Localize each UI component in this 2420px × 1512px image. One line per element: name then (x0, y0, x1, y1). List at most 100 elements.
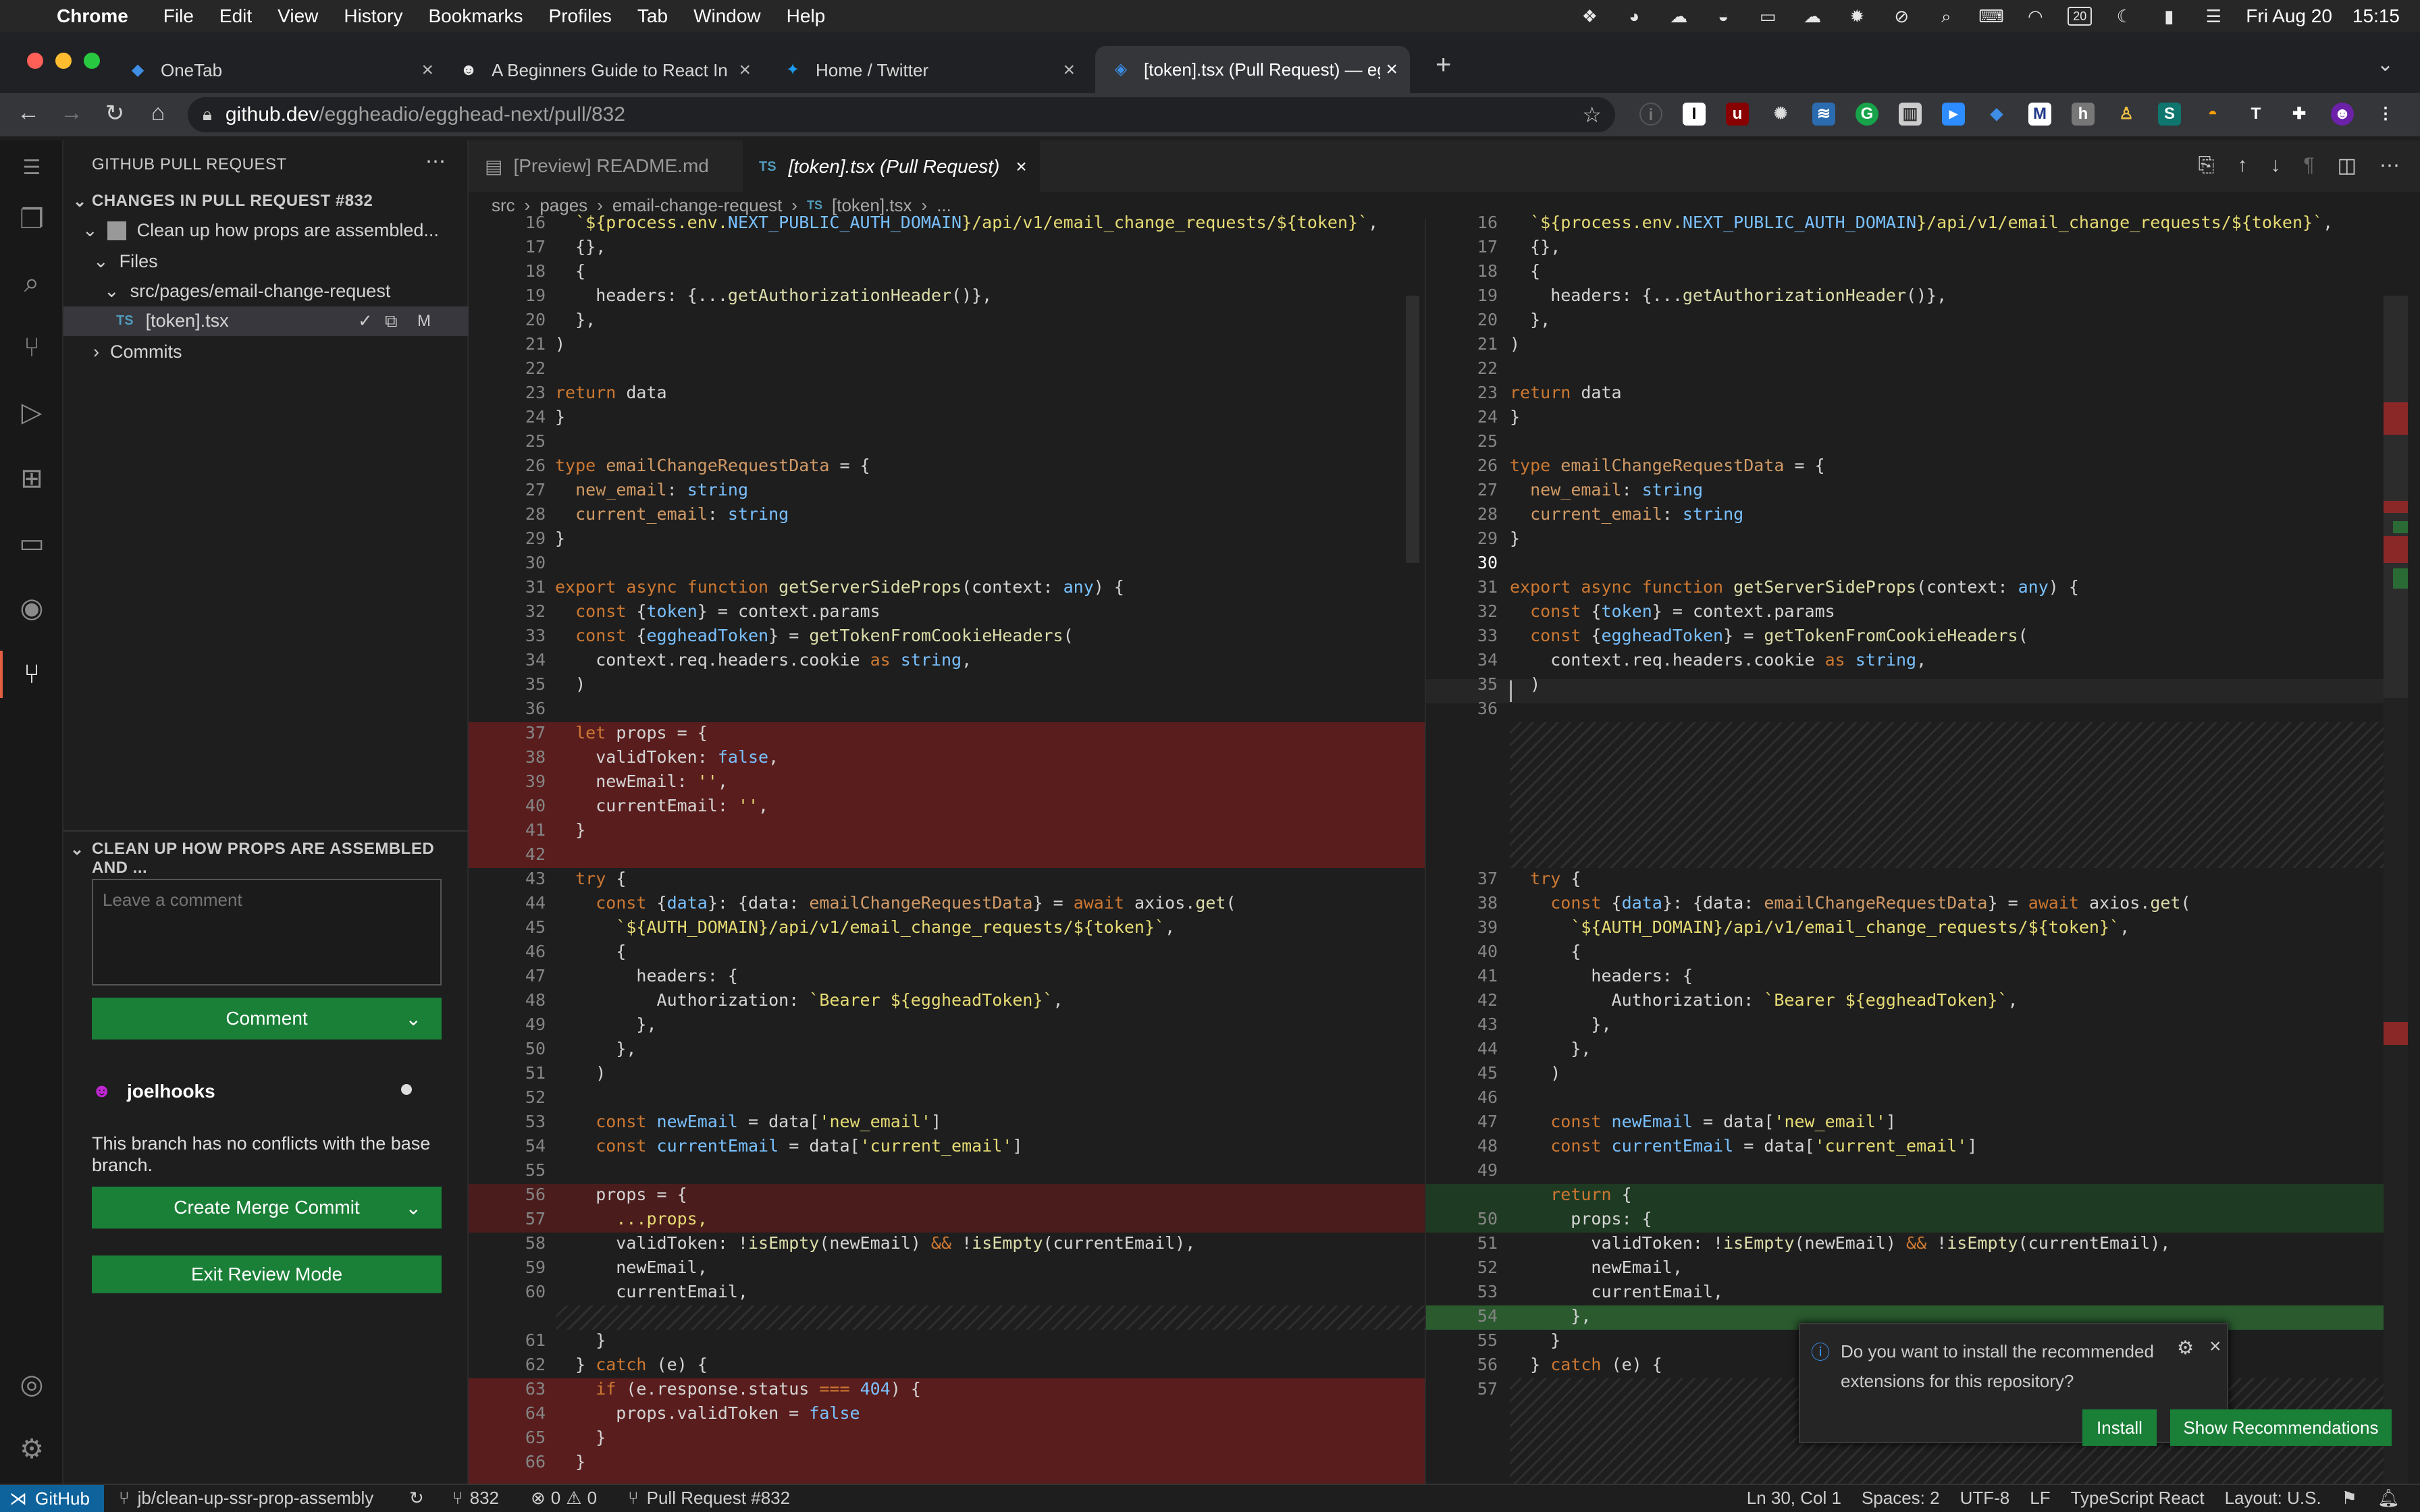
menu-window[interactable]: Window (693, 5, 761, 27)
show-recommendations-button[interactable]: Show Recommendations (2170, 1409, 2392, 1446)
menu-help[interactable]: Help (787, 5, 826, 27)
cursor-position[interactable]: Ln 30, Col 1 (1747, 1488, 1841, 1509)
pr-count-indicator[interactable]: ⑂ 832 (452, 1488, 499, 1509)
extension-m-icon[interactable]: M (2028, 103, 2051, 126)
overview-ruler-viewport[interactable] (2384, 296, 2408, 698)
profile-avatar[interactable]: ☻ (2331, 103, 2354, 126)
extension-onetab-icon[interactable]: ◆ (1985, 103, 2008, 126)
tab-search-icon[interactable]: ⌄ (2377, 53, 2394, 76)
sync-icon[interactable]: ↻ (409, 1488, 424, 1509)
lock-icon[interactable]: 🔒︎ (203, 104, 212, 126)
keyboard-layout[interactable]: Layout: U.S. (2225, 1488, 2321, 1509)
extension-barcode-icon[interactable]: ▥ (1899, 103, 1922, 126)
chevron-down-icon[interactable]: ⌄ (406, 1008, 421, 1030)
open-file-icon[interactable]: ⎘ (2199, 154, 2215, 178)
remote-indicator[interactable]: ⋊ GitHub (0, 1485, 104, 1512)
chevron-down-icon[interactable]: ⌄ (406, 1197, 421, 1219)
control-center-icon[interactable]: ☰ (2201, 7, 2226, 26)
pull-requests-icon[interactable]: ⑂ (15, 657, 49, 691)
extension-css-icon[interactable]: ≋ (1812, 103, 1835, 126)
keyboard-icon[interactable]: ⌨ (1978, 7, 2004, 26)
pull-request-indicator[interactable]: ⑂ Pull Request #832 (628, 1488, 790, 1509)
close-icon[interactable]: × (1063, 59, 1075, 82)
right-code[interactable]: `${process.env.NEXT_PUBLIC_AUTH_DOMAIN}/… (1510, 211, 2333, 1377)
search-icon[interactable]: ⌕ (1934, 7, 1958, 26)
menu-date[interactable]: Fri Aug 20 (2246, 5, 2332, 27)
zoom-window-button[interactable] (84, 53, 100, 69)
extension-ublock-icon[interactable]: u (1726, 103, 1749, 126)
battery-icon[interactable]: ▮ (2157, 7, 2181, 26)
file-item[interactable]: TS [token].tsx (116, 310, 229, 331)
exit-review-mode-button[interactable]: Exit Review Mode (92, 1256, 442, 1293)
menu-bookmarks[interactable]: Bookmarks (428, 5, 523, 27)
extensions-puzzle-icon[interactable]: ✚ (2288, 103, 2311, 126)
left-code[interactable]: `${process.env.NEXT_PUBLIC_AUTH_DOMAIN}/… (555, 211, 1378, 1474)
install-button[interactable]: Install (2082, 1409, 2157, 1446)
time-tracker-icon[interactable]: ◕ (1622, 7, 1646, 26)
feedback-icon[interactable]: ⚑ (2342, 1488, 2357, 1509)
cloud-upload-icon[interactable]: ☁ (1666, 7, 1691, 26)
menu-history[interactable]: History (344, 5, 402, 27)
display-icon[interactable]: ▭ (1756, 7, 1780, 26)
next-change-icon[interactable]: ↓ (2271, 154, 2281, 178)
problems-indicator[interactable]: ⊗ 0 ⚠ 0 (531, 1488, 597, 1509)
settings-gear-icon[interactable]: ⚙ (15, 1432, 49, 1466)
more-actions-icon[interactable]: ⋯ (2379, 154, 2400, 178)
pr-title-item[interactable]: ⌄ Clean up how props are assembled... (82, 220, 439, 241)
back-icon[interactable]: ← (14, 100, 43, 126)
browser-tab-onetab[interactable]: ◆ OneTab × (128, 49, 446, 92)
branch-indicator[interactable]: ⑂ jb/clean-up-ssr-prop-assembly (119, 1488, 373, 1509)
new-tab-button[interactable]: + (1436, 50, 1451, 80)
explorer-icon[interactable]: ❐ (15, 202, 49, 236)
extension-text-icon[interactable]: T (2244, 103, 2267, 126)
extension-gear-icon[interactable]: ✺ (1769, 103, 1792, 126)
create-merge-commit-button[interactable]: Create Merge Commit ⌄ (92, 1187, 442, 1228)
tab-token-pull-request[interactable]: TS [token].tsx (Pull Request) × (743, 140, 1040, 192)
review-section-header[interactable]: CLEAN UP HOW PROPS ARE ASSEMBLED AND ... (92, 840, 467, 878)
menu-icon[interactable]: ☰ (15, 151, 49, 185)
github-icon[interactable]: ◉ (15, 591, 49, 625)
wifi-icon[interactable]: ◠ (2023, 7, 2047, 26)
end-of-line[interactable]: LF (2030, 1488, 2050, 1509)
left-scrollbar-thumb[interactable] (1406, 296, 1419, 563)
language-mode[interactable]: TypeScript React (2071, 1488, 2205, 1509)
bookmark-star-icon[interactable]: ☆ (1582, 102, 1602, 128)
chevron-down-icon[interactable]: ⌄ (70, 840, 84, 859)
source-control-icon[interactable]: ⑂ (15, 331, 49, 364)
pane-divider[interactable] (1425, 219, 1426, 1484)
menu-file[interactable]: File (163, 5, 194, 27)
menu-edit[interactable]: Edit (219, 5, 252, 27)
moon-icon[interactable]: ☾ (2112, 7, 2136, 26)
browser-tab-twitter[interactable]: ✦ Home / Twitter × (783, 49, 1087, 92)
run-debug-icon[interactable]: ▷ (15, 396, 49, 429)
mute-icon[interactable]: ⊘ (1889, 7, 1914, 26)
extension-zoom-icon[interactable]: ▸ (1942, 103, 1965, 126)
calendar-icon[interactable]: 20 (2068, 7, 2093, 26)
commits-item[interactable]: › Commits (93, 342, 182, 362)
brightness-icon[interactable]: ✹ (1845, 7, 1869, 26)
chrome-menu-icon[interactable]: ⋮ (2374, 103, 2397, 126)
bowl-icon[interactable]: ◒ (1711, 7, 1735, 26)
split-editor-icon[interactable]: ◫ (2338, 154, 2357, 178)
close-icon[interactable]: × (1016, 156, 1026, 178)
tab-readme-preview[interactable]: ▤ [Preview] README.md (469, 140, 743, 192)
section-changes-chevron-icon[interactable]: ⌄ (73, 192, 87, 211)
extension-instapaper-icon[interactable]: I (1683, 103, 1706, 126)
search-icon[interactable]: ⌕ (15, 266, 49, 300)
close-icon[interactable]: × (421, 59, 433, 82)
extension-info-icon[interactable]: i (1639, 103, 1662, 126)
notifications-bell-icon[interactable]: 🔔︎ (2377, 1488, 2400, 1509)
open-file-icon[interactable]: ⧉ (385, 310, 398, 332)
indentation[interactable]: Spaces: 2 (1862, 1488, 1940, 1509)
menu-profiles[interactable]: Profiles (549, 5, 612, 27)
extension-sushi-icon[interactable]: ◓ (2201, 103, 2224, 126)
menu-app-name[interactable]: Chrome (57, 5, 128, 27)
forward-icon[interactable]: → (57, 100, 86, 126)
remote-explorer-icon[interactable]: ▭ (15, 526, 49, 560)
minimize-window-button[interactable] (55, 53, 72, 69)
omnibox[interactable]: 🔒︎ github.dev /eggheadio/egghead-next/pu… (188, 97, 1615, 132)
more-actions-icon[interactable]: ⋯ (425, 150, 446, 173)
comment-textarea[interactable] (92, 879, 442, 986)
extensions-icon[interactable]: ⊞ (15, 462, 49, 495)
directory-item[interactable]: ⌄ src/pages/email-change-request (104, 281, 390, 302)
